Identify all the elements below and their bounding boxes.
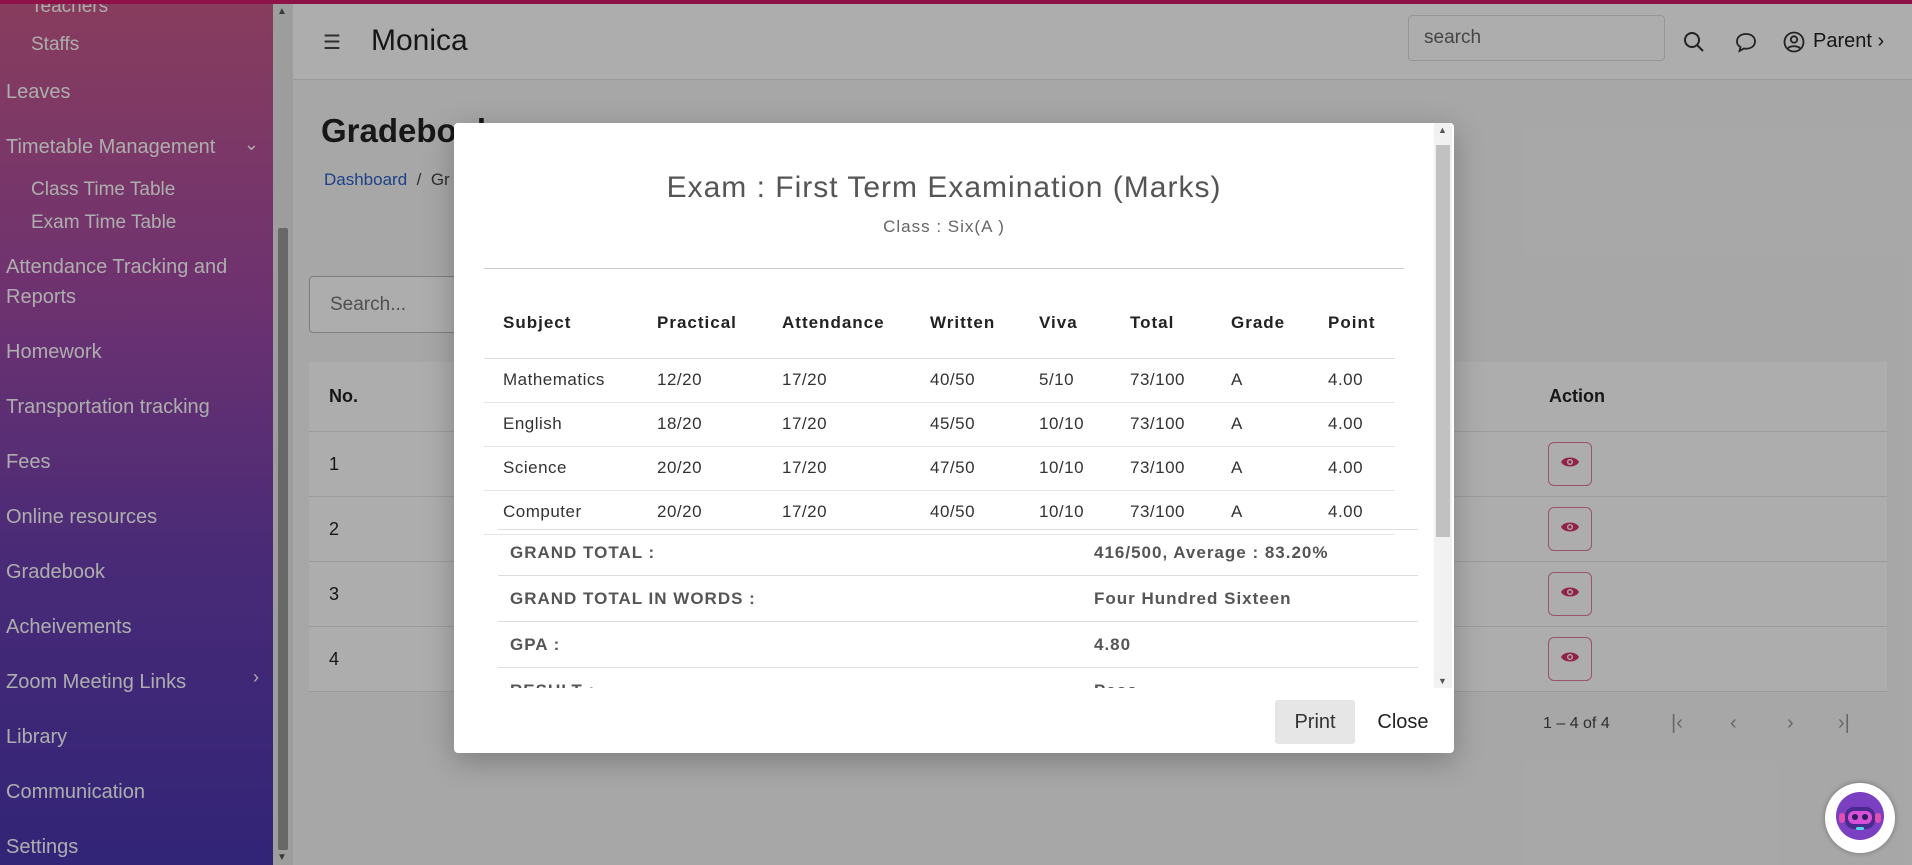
close-button[interactable]: Close (1372, 700, 1434, 744)
scroll-up-icon[interactable]: ▲ (1438, 125, 1447, 135)
cell-subject: Computer (484, 490, 638, 535)
cell-grade: A (1212, 358, 1309, 403)
table-row: Mathematics 12/20 17/20 40/50 5/10 73/10… (484, 358, 1395, 403)
cell-point: 4.00 (1309, 358, 1395, 403)
cell-viva: 10/10 (1020, 446, 1111, 491)
marks-header-row: Subject Practical Attendance Written Viv… (484, 288, 1395, 359)
cell-point: 4.00 (1309, 446, 1395, 491)
col-attendance: Attendance (763, 288, 911, 359)
cell-point: 4.00 (1309, 490, 1395, 535)
col-subject: Subject (484, 288, 638, 359)
col-total: Total (1111, 288, 1212, 359)
robot-icon (1833, 789, 1887, 848)
table-row: Science 20/20 17/20 47/50 10/10 73/100 A… (484, 446, 1395, 491)
scroll-down-icon[interactable]: ▼ (1438, 676, 1447, 686)
summary-value: Pass (1094, 667, 1418, 688)
chatbot-launcher[interactable] (1825, 783, 1895, 853)
table-row: Computer 20/20 17/20 40/50 10/10 73/100 … (484, 490, 1395, 535)
class-title: Class : Six(A ) (883, 217, 1005, 236)
summary-value: Four Hundred Sixteen (1094, 575, 1418, 622)
col-written: Written (911, 288, 1020, 359)
modal-footer: Print Close (454, 688, 1454, 753)
summary-value: 416/500, Average : 83.20% (1094, 529, 1418, 576)
cell-viva: 10/10 (1020, 402, 1111, 447)
cell-attendance: 17/20 (763, 358, 911, 403)
cell-grade: A (1212, 402, 1309, 447)
modal-scroll-thumb[interactable] (1436, 145, 1450, 537)
cell-subject: Mathematics (484, 358, 638, 403)
cell-practical: 20/20 (638, 446, 763, 491)
col-viva: Viva (1020, 288, 1111, 359)
col-point: Point (1309, 288, 1395, 359)
cell-total: 73/100 (1111, 402, 1212, 447)
table-row: English 18/20 17/20 45/50 10/10 73/100 A… (484, 402, 1395, 447)
summary-label: GRAND TOTAL IN WORDS : (498, 575, 1094, 622)
exam-title: Exam : First Term Examination (Marks) (666, 171, 1222, 204)
summary-row-grand-total-words: GRAND TOTAL IN WORDS : Four Hundred Sixt… (498, 575, 1418, 622)
summary-row-grand-total: GRAND TOTAL : 416/500, Average : 83.20% (498, 529, 1418, 576)
cell-attendance: 17/20 (763, 402, 911, 447)
summary-row-gpa: GPA : 4.80 (498, 621, 1418, 668)
marks-table: Subject Practical Attendance Written Viv… (484, 288, 1395, 535)
cell-subject: Science (484, 446, 638, 491)
cell-attendance: 17/20 (763, 490, 911, 535)
summary-label: GPA : (498, 621, 1094, 668)
cell-written: 47/50 (911, 446, 1020, 491)
cell-subject: English (484, 402, 638, 447)
print-button[interactable]: Print (1275, 700, 1355, 744)
cell-point: 4.00 (1309, 402, 1395, 447)
cell-viva: 5/10 (1020, 358, 1111, 403)
cell-practical: 12/20 (638, 358, 763, 403)
cell-total: 73/100 (1111, 358, 1212, 403)
cell-attendance: 17/20 (763, 446, 911, 491)
modal-scrollbar[interactable]: ▲ ▼ (1434, 123, 1452, 688)
divider (484, 268, 1404, 269)
marks-modal: Exam : First Term Examination (Marks) Cl… (454, 123, 1454, 753)
summary-label: GRAND TOTAL : (498, 529, 1094, 576)
col-grade: Grade (1212, 288, 1309, 359)
cell-written: 40/50 (911, 490, 1020, 535)
cell-practical: 18/20 (638, 402, 763, 447)
summary-row-result: RESULT : Pass (498, 667, 1418, 688)
summary-value: 4.80 (1094, 621, 1418, 668)
cell-written: 40/50 (911, 358, 1020, 403)
modal-body: Exam : First Term Examination (Marks) Cl… (454, 123, 1434, 688)
cell-practical: 20/20 (638, 490, 763, 535)
summary-label: RESULT : (498, 667, 1094, 688)
summary-table: GRAND TOTAL : 416/500, Average : 83.20% … (498, 529, 1418, 688)
cell-grade: A (1212, 446, 1309, 491)
cell-written: 45/50 (911, 402, 1020, 447)
cell-total: 73/100 (1111, 446, 1212, 491)
cell-total: 73/100 (1111, 490, 1212, 535)
col-practical: Practical (638, 288, 763, 359)
cell-grade: A (1212, 490, 1309, 535)
cell-viva: 10/10 (1020, 490, 1111, 535)
